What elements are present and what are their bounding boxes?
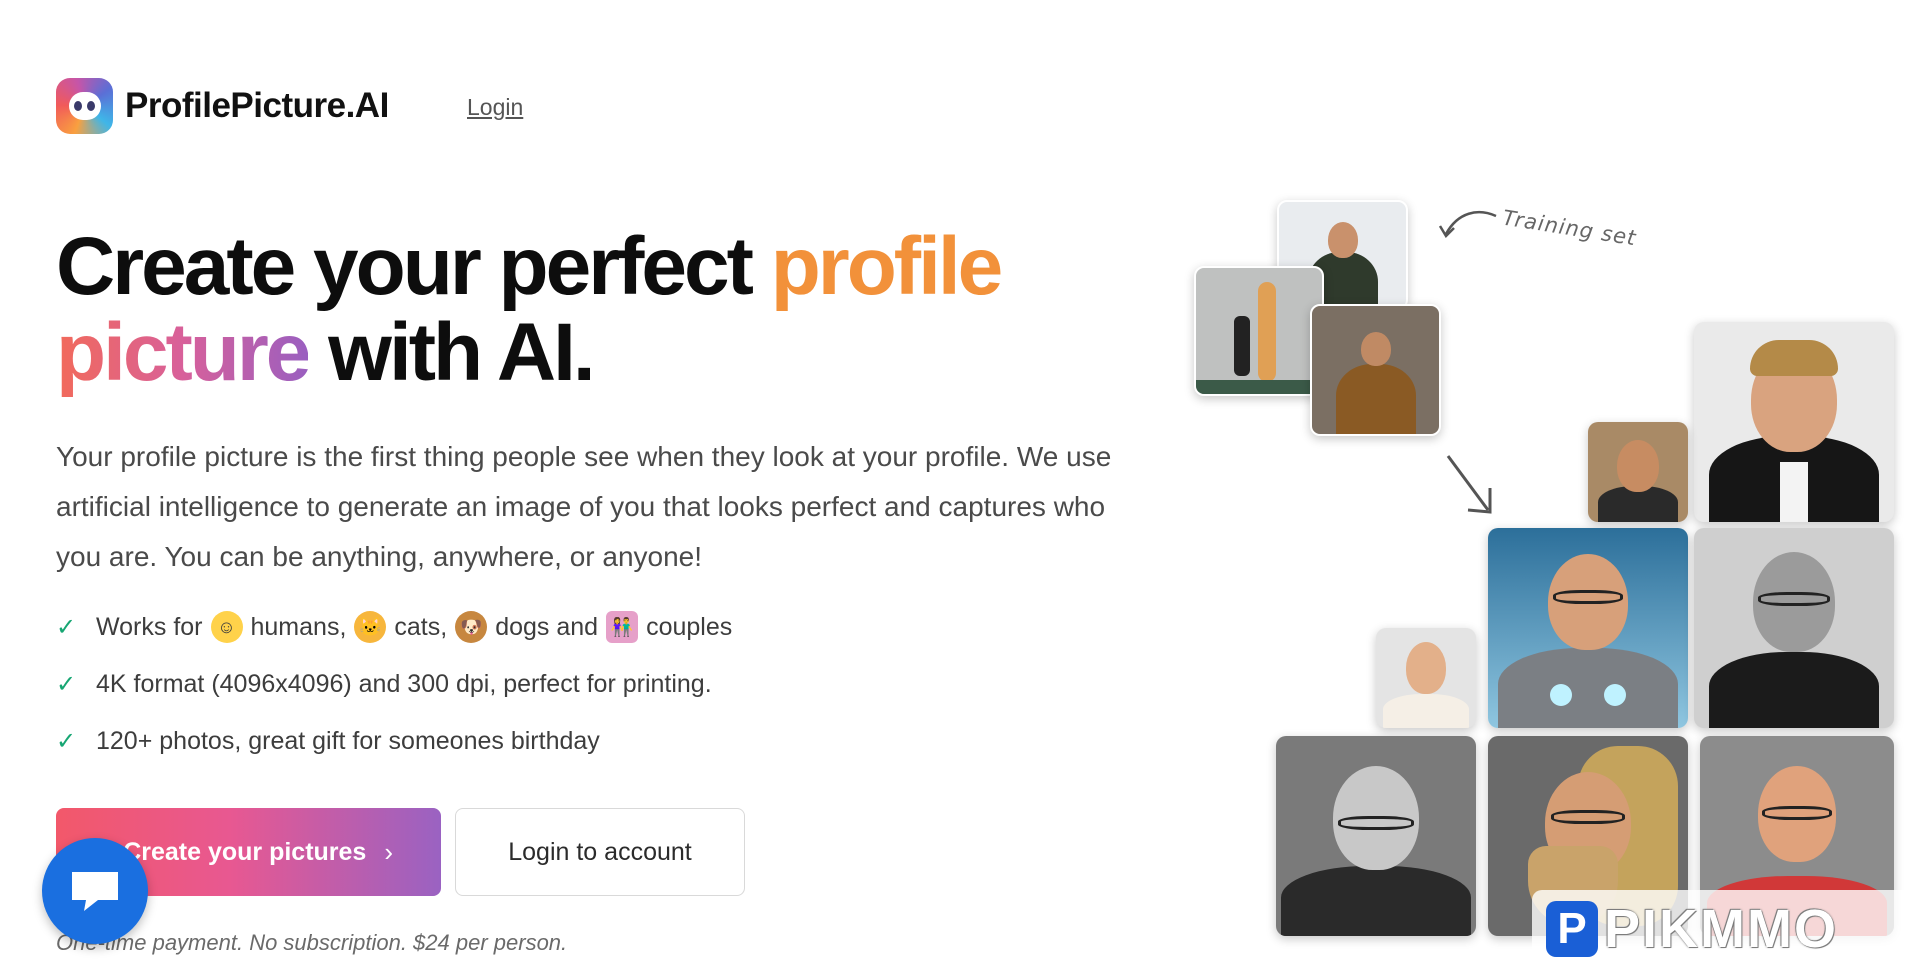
headline-highlight-profile: profile	[770, 221, 1004, 312]
result-photo-tuxedo	[1694, 322, 1894, 522]
result-photo-wizard	[1276, 736, 1476, 936]
cat-emoji-icon: 🐱	[354, 611, 387, 643]
watermark-text: PIKMMO	[1604, 899, 1838, 959]
human-emoji-icon: ☺	[210, 611, 243, 643]
couple-emoji-icon: 👫	[606, 611, 639, 643]
feature-item-photos: ✓ 120+ photos, great gift for someones b…	[56, 726, 600, 755]
chat-icon[interactable]	[42, 838, 148, 944]
dog-emoji-icon: 🐶	[455, 611, 488, 643]
curved-arrow-icon	[1438, 210, 1497, 239]
hero-intro: Your profile picture is the first thing …	[56, 441, 1112, 572]
training-set-label: Training set	[1500, 205, 1639, 251]
brand-name: ProfilePicture.AI	[125, 86, 389, 125]
feature-list: ✓ Works for ☺ humans, 🐱 cats, 🐶 dogs and…	[56, 611, 732, 783]
headline-text-1: Create your perfect	[56, 221, 771, 312]
check-icon: ✓	[56, 670, 77, 698]
check-icon: ✓	[56, 613, 77, 641]
headline-highlight-picture: picture	[56, 307, 311, 398]
result-photo-profile	[1588, 422, 1688, 522]
headline-text-2: with AI.	[308, 307, 595, 398]
check-icon: ✓	[56, 727, 77, 755]
landing-page: ProfilePicture.AI Login Create your perf…	[0, 0, 1920, 968]
result-photo-bw-suit	[1694, 528, 1894, 728]
training-photo-sitting	[1310, 304, 1441, 436]
training-photo-surfboard	[1194, 266, 1324, 396]
login-to-account-button[interactable]: Login to account	[455, 808, 745, 896]
robot-logo-icon	[56, 78, 113, 134]
watermark: P PIKMMO	[1532, 890, 1920, 968]
result-photo-white-coat	[1376, 628, 1476, 728]
feature-item-format: ✓ 4K format (4096x4096) and 300 dpi, per…	[56, 669, 712, 698]
feature-item-species: ✓ Works for ☺ humans, 🐱 cats, 🐶 dogs and…	[56, 611, 732, 643]
chevron-right-icon: ›	[384, 836, 393, 867]
payment-note: One-time payment. No subscription. $24 p…	[56, 930, 568, 955]
arrow-down-icon	[1446, 455, 1492, 514]
hero-headline: Create your perfect profile picture with…	[56, 224, 1136, 396]
watermark-logo-icon: P	[1546, 901, 1598, 957]
brand-logo[interactable]: ProfilePicture.AI	[56, 78, 389, 134]
result-photo-astronaut	[1488, 528, 1688, 728]
header-login-link[interactable]: Login	[467, 94, 523, 121]
